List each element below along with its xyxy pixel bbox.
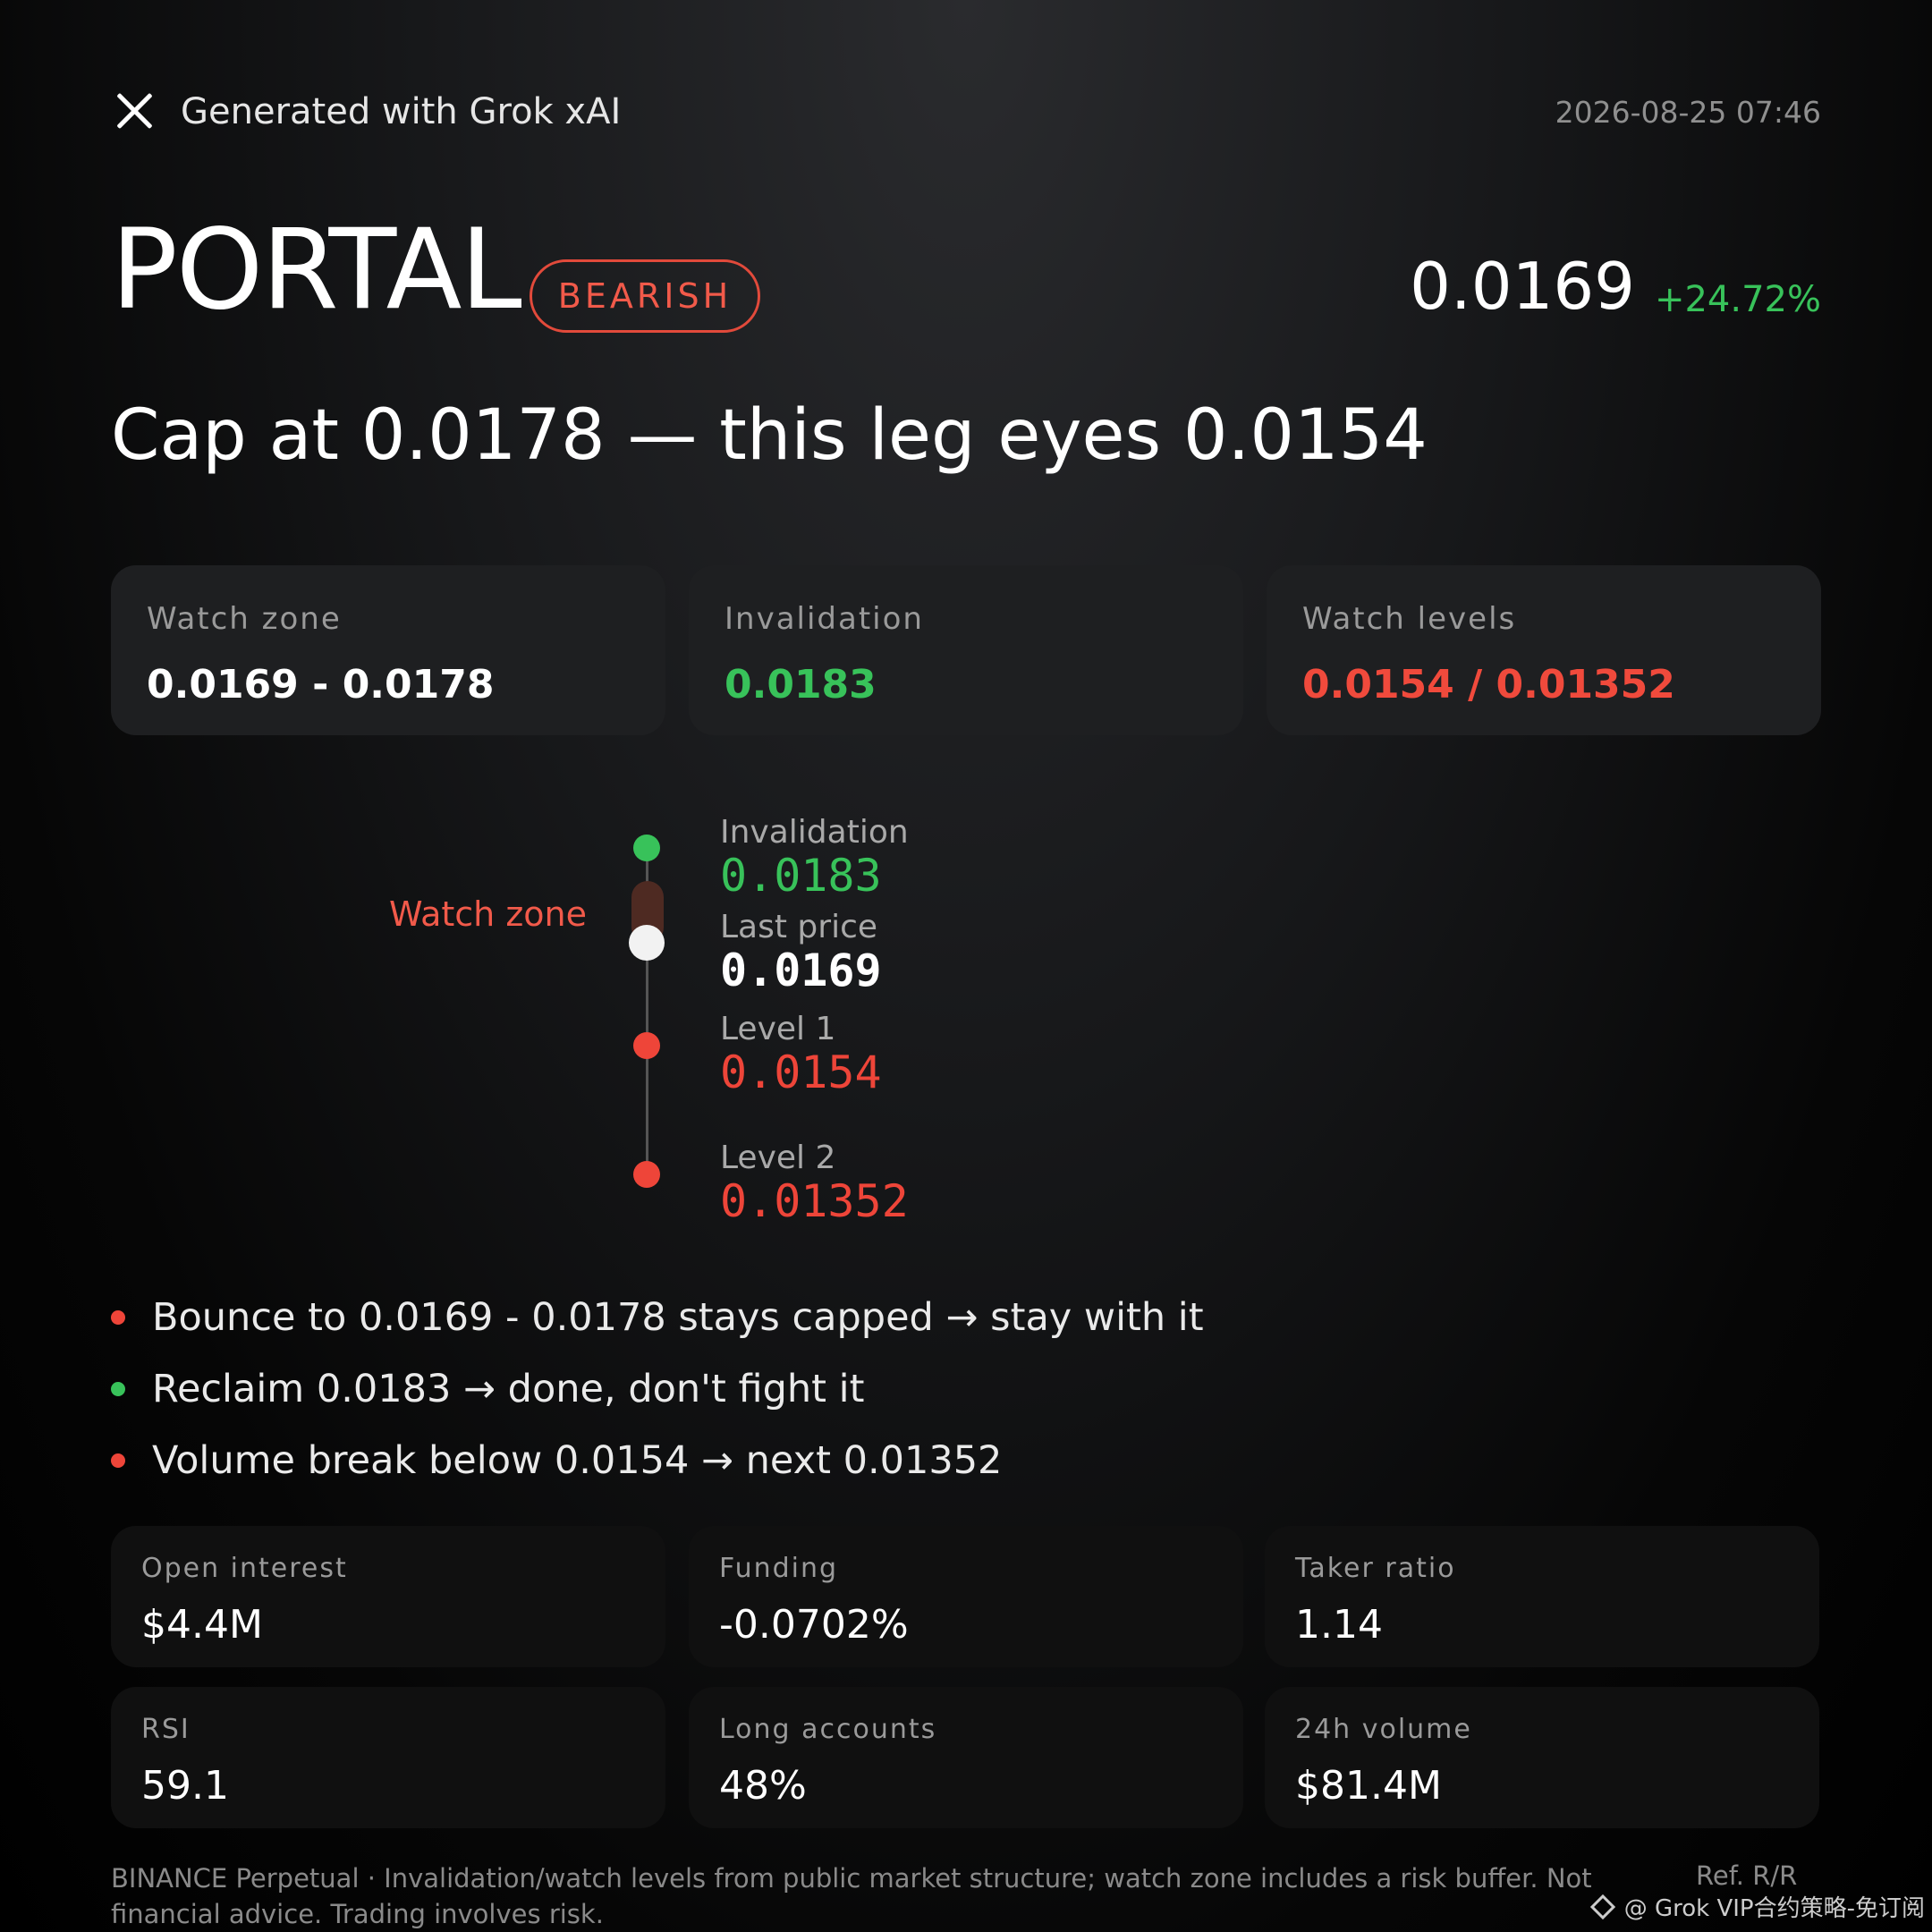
current-price: 0.0169 xyxy=(1410,249,1635,324)
metric-label: Open interest xyxy=(141,1553,348,1584)
ladder-level2-value: 0.01352 xyxy=(720,1175,909,1227)
metric-value: 1.14 xyxy=(1295,1602,1383,1648)
level2-marker xyxy=(633,1161,660,1188)
close-icon[interactable] xyxy=(114,91,154,131)
metric-value: -0.0702% xyxy=(719,1602,909,1648)
watermark: @ Grok VIP合约策略-免订阅 xyxy=(1589,1890,1925,1923)
scenario-bullet: Reclaim 0.0183 → done, don't fight it xyxy=(111,1367,865,1411)
card-watch-levels: Watch levels 0.0154 / 0.01352 xyxy=(1267,565,1821,735)
level1-marker xyxy=(633,1032,660,1059)
bullet-text: Bounce to 0.0169 - 0.0178 stays capped →… xyxy=(152,1295,1204,1340)
metric-rsi: RSI 59.1 xyxy=(111,1687,665,1828)
metric-open-interest: Open interest $4.4M xyxy=(111,1526,665,1667)
ladder-level1-label: Level 1 xyxy=(720,1011,836,1047)
metric-value: $81.4M xyxy=(1295,1763,1442,1809)
card-value: 0.0169 - 0.0178 xyxy=(147,662,495,708)
last-price-marker xyxy=(629,925,665,961)
metric-label: 24h volume xyxy=(1295,1714,1472,1745)
metric-taker-ratio: Taker ratio 1.14 xyxy=(1265,1526,1819,1667)
diamond-icon xyxy=(1589,1894,1615,1919)
card-label: Watch levels xyxy=(1302,601,1517,637)
scenario-bullet: Bounce to 0.0169 - 0.0178 stays capped →… xyxy=(111,1295,1204,1340)
metric-value: 59.1 xyxy=(141,1763,229,1809)
bias-badge: BEARISH xyxy=(530,259,760,333)
metric-label: Taker ratio xyxy=(1295,1553,1456,1584)
card-label: Invalidation xyxy=(724,601,924,637)
ref-label: Ref. R/R xyxy=(1696,1860,1798,1891)
timestamp: 2026-08-25 07:46 xyxy=(1555,95,1821,130)
ladder-invalidation-label: Invalidation xyxy=(720,814,909,851)
invalidation-marker xyxy=(633,835,660,861)
metric-long-accounts: Long accounts 48% xyxy=(689,1687,1243,1828)
disclaimer: BINANCE Perpetual · Invalidation/watch l… xyxy=(111,1863,1592,1929)
generated-label: Generated with Grok xAI xyxy=(181,91,622,132)
price-change: +24.72% xyxy=(1654,279,1821,320)
ladder-level2-label: Level 2 xyxy=(720,1140,836,1176)
ladder-last-price-value: 0.0169 xyxy=(720,945,882,996)
metric-label: Long accounts xyxy=(719,1714,937,1745)
bullet-dot xyxy=(111,1453,125,1468)
metric-value: $4.4M xyxy=(141,1602,263,1648)
scenario-bullet: Volume break below 0.0154 → next 0.01352 xyxy=(111,1438,1002,1483)
card-watch-zone: Watch zone 0.0169 - 0.0178 xyxy=(111,565,665,735)
headline: Cap at 0.0178 — this leg eyes 0.0154 xyxy=(111,395,1428,476)
metric-label: RSI xyxy=(141,1714,191,1745)
metric-value: 48% xyxy=(719,1763,807,1809)
ladder-level1-value: 0.0154 xyxy=(720,1046,882,1098)
ladder-invalidation-value: 0.0183 xyxy=(720,850,882,902)
watch-zone-label: Watch zone xyxy=(388,894,587,934)
watermark-text: @ Grok VIP合约策略-免订阅 xyxy=(1623,1895,1925,1922)
card-value: 0.0183 xyxy=(724,662,877,708)
metric-24h-volume: 24h volume $81.4M xyxy=(1265,1687,1819,1828)
bullet-dot xyxy=(111,1310,125,1325)
metric-label: Funding xyxy=(719,1553,839,1584)
ladder-last-price-label: Last price xyxy=(720,909,878,945)
ticker-title: PORTAL xyxy=(111,206,522,335)
bullet-dot xyxy=(111,1382,125,1396)
card-value: 0.0154 / 0.01352 xyxy=(1302,662,1675,708)
bullet-text: Reclaim 0.0183 → done, don't fight it xyxy=(152,1367,865,1411)
card-label: Watch zone xyxy=(147,601,342,637)
card-invalidation: Invalidation 0.0183 xyxy=(689,565,1243,735)
bullet-text: Volume break below 0.0154 → next 0.01352 xyxy=(152,1438,1003,1483)
metric-funding: Funding -0.0702% xyxy=(689,1526,1243,1667)
